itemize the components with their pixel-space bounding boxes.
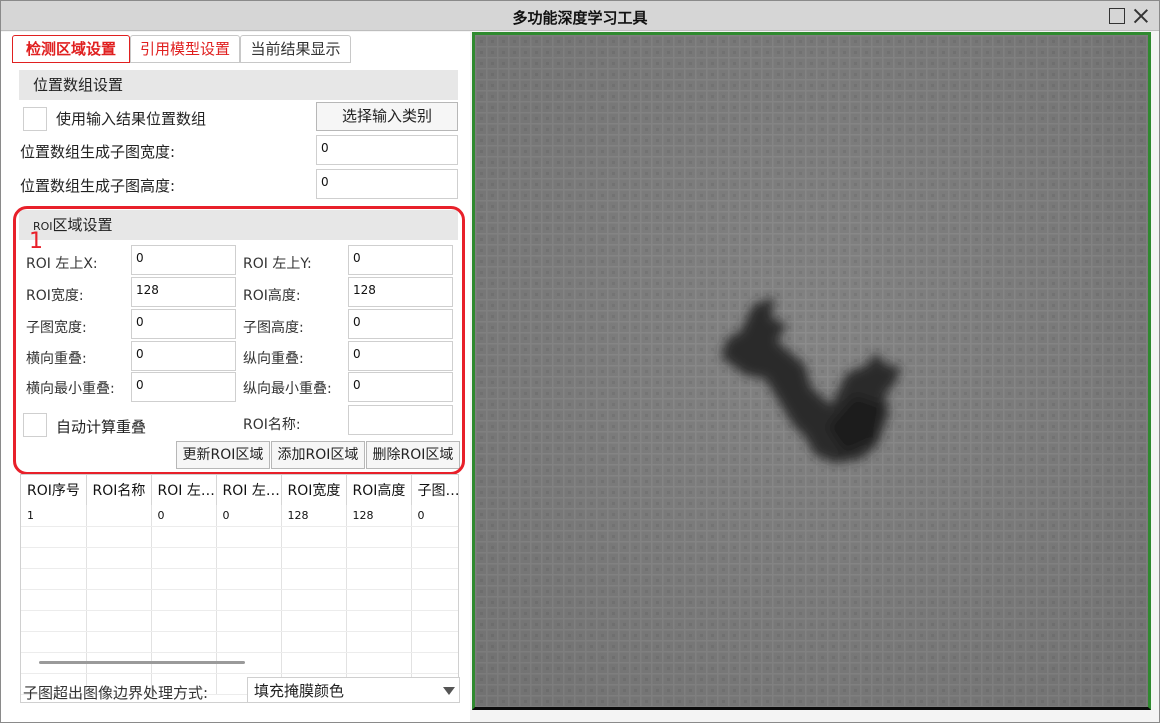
table-row-empty <box>21 610 458 632</box>
app-window: 多功能深度学习工具 检测区域设置 引用模型设置 当前结果显示 位置数组设置 使用… <box>0 0 1160 723</box>
subimage-height-label: 位置数组生成子图高度: <box>20 177 176 195</box>
close-icon[interactable] <box>1133 8 1149 24</box>
boundary-handling-label: 子图超出图像边界处理方式: <box>23 684 209 702</box>
select-input-category-button[interactable]: 选择输入类别 <box>316 102 458 131</box>
table-cell: 0 <box>151 505 217 527</box>
table-header-cell[interactable]: ROI 左… <box>216 475 282 505</box>
table-cell: 0 <box>216 505 282 527</box>
subimage-width-input[interactable]: 0 <box>316 135 458 165</box>
subimage-width-label: 位置数组生成子图宽度: <box>20 143 176 161</box>
image-view[interactable] <box>472 32 1151 710</box>
table-cell: 128 <box>346 505 412 527</box>
table-header-cell[interactable]: ROI高度 <box>346 475 412 505</box>
table-row-empty <box>21 526 458 548</box>
chevron-down-icon <box>443 687 455 695</box>
settings-panel: 检测区域设置 引用模型设置 当前结果显示 位置数组设置 使用输入结果位置数组 选… <box>1 32 470 722</box>
table-row[interactable]: 1 0 0 128 128 0 <box>21 505 458 527</box>
table-row-empty <box>21 547 458 569</box>
boundary-handling-value: 填充掩膜颜色 <box>254 682 345 700</box>
table-header-cell[interactable]: ROI序号 <box>21 475 87 505</box>
image-canvas <box>475 35 1148 707</box>
table-row-empty <box>21 631 458 653</box>
title-bar: 多功能深度学习工具 <box>1 1 1159 31</box>
position-group-header: 位置数组设置 <box>19 70 458 100</box>
window-title: 多功能深度学习工具 <box>512 9 648 27</box>
subimage-height-input[interactable]: 0 <box>316 169 458 199</box>
maximize-icon[interactable] <box>1109 8 1125 24</box>
table-cell: 0 <box>411 505 458 527</box>
table-cell <box>86 505 152 527</box>
tab-current-result[interactable]: 当前结果显示 <box>240 35 351 63</box>
tab-detection-area[interactable]: 检测区域设置 <box>12 35 130 63</box>
table-cell: 128 <box>281 505 347 527</box>
table-header-cell[interactable]: ROI 左… <box>151 475 217 505</box>
roi-table[interactable]: ROI序号 ROI名称 ROI 左… ROI 左… ROI宽度 ROI高度 子图… <box>20 474 459 703</box>
table-header-cell[interactable]: 子图… <box>411 475 458 505</box>
table-header-cell[interactable]: ROI宽度 <box>281 475 347 505</box>
table-header-cell[interactable]: ROI名称 <box>86 475 152 505</box>
roi-annotation-outline <box>13 206 465 475</box>
table-header-row: ROI序号 ROI名称 ROI 左… ROI 左… ROI宽度 ROI高度 子图… <box>21 475 458 505</box>
use-input-position-checkbox[interactable] <box>23 107 47 131</box>
use-input-position-label: 使用输入结果位置数组 <box>56 110 207 128</box>
table-row-empty <box>21 589 458 611</box>
table-horizontal-scrollbar[interactable] <box>39 661 245 664</box>
table-cell: 1 <box>21 505 87 527</box>
tab-model-reference[interactable]: 引用模型设置 <box>130 35 240 63</box>
table-row-empty <box>21 568 458 590</box>
boundary-handling-select[interactable]: 填充掩膜颜色 <box>247 677 460 703</box>
